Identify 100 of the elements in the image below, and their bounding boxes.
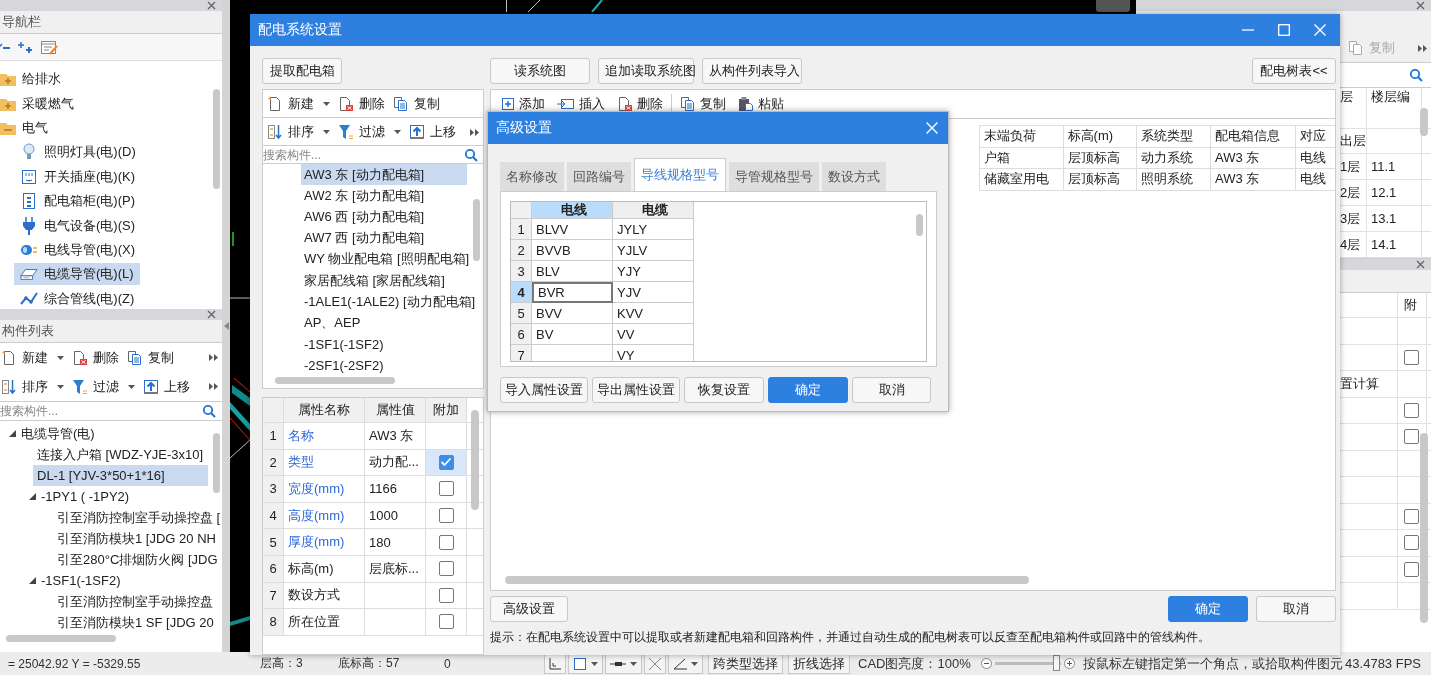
tree-item[interactable]: 给排水 — [0, 68, 65, 91]
action-button[interactable]: 取消 — [852, 377, 931, 403]
row-number: 3 — [511, 261, 532, 282]
tab[interactable]: 数设方式 — [822, 162, 886, 191]
table-cell: 名称 — [284, 423, 365, 449]
table-cell[interactable]: YJY — [613, 261, 694, 282]
table-cell[interactable]: BLVV — [532, 219, 613, 240]
toolbar-button[interactable]: 上移 — [139, 374, 194, 399]
table-cell[interactable]: VV — [613, 324, 694, 345]
table-cell: 层底标... — [365, 555, 426, 582]
table-cell[interactable]: BVVB — [532, 240, 613, 261]
extract-button[interactable]: 提取配电箱 — [262, 58, 342, 84]
table-cell: 1000 — [365, 502, 426, 529]
ok-button[interactable]: 确定 — [768, 377, 848, 403]
advanced-settings-button[interactable]: 高级设置 — [490, 596, 568, 622]
tree-item[interactable]: 采暖燃气 — [0, 92, 78, 115]
list-item[interactable]: -1SF1(-1SF2) — [301, 333, 467, 355]
hint-text: 提示：在配电系统设置中可以提取或者新建配电箱和回路构件，并通过自动生成的配电树表可以反查至配电箱构件或回路中的管线构件。 — [490, 629, 1211, 646]
table-cell[interactable]: KVV — [613, 303, 694, 324]
table-cell[interactable]: BVV — [532, 303, 613, 324]
table-cell[interactable]: BLV — [532, 261, 613, 282]
toolbar-button[interactable]: 过滤 — [334, 119, 405, 144]
list-item[interactable]: AP、AEP — [301, 312, 467, 334]
mode-button[interactable]: 跨类型选择 — [708, 653, 783, 674]
row-number: 2 — [263, 449, 284, 476]
toolbar-button[interactable]: 新建 — [0, 345, 68, 370]
search-field[interactable]: 搜索构件... — [262, 146, 484, 164]
tree-item[interactable]: 电缆导管(电)(L) — [14, 263, 140, 286]
action-button[interactable]: 读系统图 — [490, 58, 590, 84]
action-button[interactable]: 导出属性设置 — [592, 377, 680, 403]
toolbar-button: 复制 — [1344, 36, 1399, 60]
toolbar-button[interactable]: 过滤 — [68, 374, 139, 399]
list-item[interactable]: -2SF1(-2SF2) — [301, 354, 467, 376]
toolbar-button[interactable]: 新建 — [263, 91, 334, 116]
tab[interactable]: 名称修改 — [500, 162, 564, 191]
table-cell: 所在位置 — [284, 609, 365, 635]
table-cell: 宽度(mm) — [284, 476, 365, 502]
tree-item[interactable]: 电线导管(电)(X) — [14, 238, 141, 261]
tree-item[interactable]: 连接入户箱 [WDZ-YJE-3x10] — [33, 444, 208, 465]
toolbar-button[interactable]: 排序 — [263, 119, 334, 144]
table-cell[interactable]: BVR — [532, 282, 613, 303]
table-cell: 13.1 — [1367, 206, 1422, 231]
list-item[interactable]: 家居配线箱 [家居配线箱] — [301, 269, 467, 292]
tree-item[interactable]: 综合管线(电)(Z) — [14, 287, 141, 310]
table-cell: 厚度(mm) — [284, 529, 365, 555]
panel-title: 导航栏 — [0, 11, 222, 34]
tree-item[interactable]: 电气设备(电)(S) — [14, 214, 141, 237]
tree-item[interactable]: 引至消防控制室手动操控盘 — [53, 591, 217, 612]
tree-item[interactable]: DL-1 [YJV-3*50+1*16] — [33, 465, 208, 486]
tree-item[interactable]: 配电箱柜(电)(P) — [14, 190, 141, 213]
row-number: 1 — [263, 423, 284, 449]
toolbar-button[interactable]: 上移 — [405, 119, 460, 144]
table-cell: 标高(m) — [284, 555, 365, 582]
column-header: 标高(m) — [1063, 126, 1138, 147]
list-item[interactable]: AW3 东 [动力配电箱] — [301, 164, 467, 186]
row-number: 6 — [263, 555, 284, 582]
table-cell[interactable]: YJLV — [613, 240, 694, 261]
tab[interactable]: 导线规格型号 — [634, 158, 726, 191]
table-cell-text: 电线 — [1298, 170, 1327, 189]
tab[interactable]: 导管规格型号 — [729, 162, 819, 191]
tree-item[interactable]: 照明灯具(电)(D) — [14, 141, 142, 164]
search-field[interactable]: 搜索构件... — [0, 401, 222, 421]
toolbar-button[interactable]: 排序 — [0, 374, 68, 399]
tree-item[interactable]: 引至消防控制室手动操控盘 [ — [53, 507, 222, 528]
tree-item[interactable]: 电气 — [0, 116, 52, 139]
tree-item[interactable]: 电缆导管(电) — [5, 423, 99, 444]
list-item[interactable]: WY 物业配电箱 [照明配电箱] — [301, 248, 473, 270]
tree-item[interactable]: -1SF1(-1SF2) — [25, 570, 125, 591]
cancel-button[interactable]: 取消 — [1256, 596, 1336, 622]
table-cell[interactable]: YJV — [613, 282, 694, 303]
window-title: 配电系统设置 — [258, 21, 342, 39]
column-header[interactable]: 电缆 — [613, 202, 694, 219]
ok-button[interactable]: 确定 — [1168, 596, 1248, 622]
table-cell[interactable]: JYLY — [613, 219, 694, 240]
table-cell: 14.1 — [1367, 232, 1422, 257]
table-cell[interactable]: BV — [532, 324, 613, 345]
row-number: 3 — [263, 476, 284, 502]
list-item[interactable]: -1ALE1(-1ALE2) [动力配电箱] — [301, 291, 479, 313]
action-button[interactable]: 导入属性设置 — [500, 377, 588, 403]
column-header[interactable]: 电线 — [532, 202, 613, 219]
list-item[interactable]: AW2 东 [动力配电箱] — [301, 185, 467, 207]
tree-item[interactable]: 引至280°C排烟防火阀 [JDG — [53, 549, 222, 570]
toolbar-button[interactable]: 删除 — [334, 91, 389, 116]
tree-item[interactable]: 开关插座(电)(K) — [14, 165, 141, 188]
action-button[interactable]: 追加读取系统图 — [598, 58, 694, 84]
tree-toggle-button[interactable]: 配电树表<< — [1252, 58, 1336, 84]
column-header: 楼层编 — [1367, 88, 1422, 106]
mode-button[interactable]: 折线选择 — [788, 653, 850, 674]
list-item[interactable]: AW7 西 [动力配电箱] — [301, 227, 467, 249]
tab[interactable]: 回路编号 — [567, 162, 631, 191]
tree-item[interactable]: -1PY1 ( -1PY2) — [25, 486, 134, 507]
tree-item[interactable]: 引至消防模块1 SF [JDG 20 — [53, 612, 218, 633]
list-item[interactable]: AW6 西 [动力配电箱] — [301, 206, 467, 228]
table-cell[interactable]: VY — [613, 345, 694, 361]
toolbar-button[interactable]: 删除 — [68, 345, 123, 370]
action-button[interactable]: 从构件列表导入 — [702, 58, 802, 84]
action-button[interactable]: 恢复设置 — [684, 377, 764, 403]
toolbar-button[interactable]: 复制 — [123, 345, 178, 370]
tree-item[interactable]: 引至消防模块1 [JDG 20 NH — [53, 528, 220, 549]
toolbar-button[interactable]: 复制 — [389, 91, 444, 116]
